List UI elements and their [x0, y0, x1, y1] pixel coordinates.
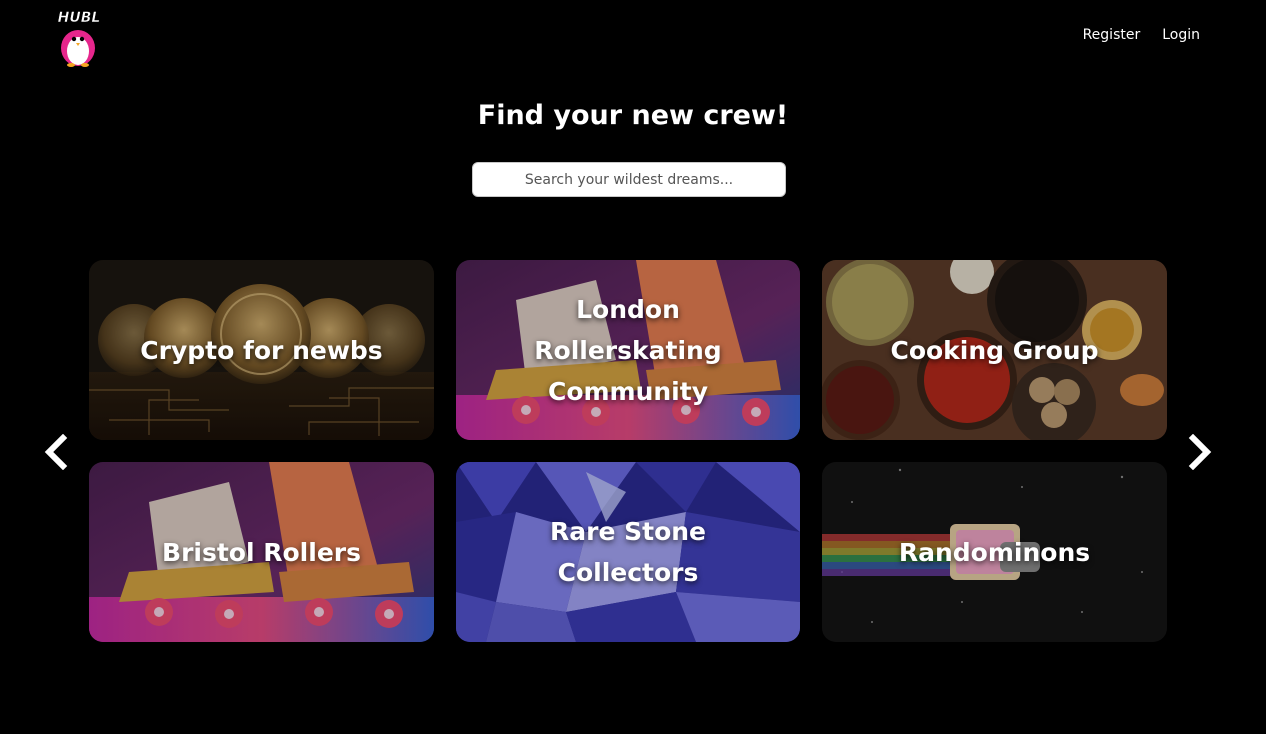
- group-card-title: Cooking Group: [890, 335, 1099, 365]
- chevron-right-icon: [1188, 433, 1212, 471]
- carousel-next-button[interactable]: [1185, 433, 1215, 471]
- login-link[interactable]: Login: [1162, 27, 1200, 43]
- penguin-logo-icon: HUBL: [57, 10, 101, 67]
- register-link[interactable]: Register: [1083, 27, 1141, 43]
- hubl-logo[interactable]: HUBL: [48, 6, 110, 68]
- page-title: Find your new crew!: [477, 100, 789, 131]
- group-card[interactable]: Bristol Rollers: [89, 462, 434, 642]
- group-card-title: Randominons: [898, 537, 1091, 567]
- group-card[interactable]: Cooking Group: [822, 260, 1167, 440]
- chevron-left-icon: [44, 433, 68, 471]
- search-bar: [472, 162, 786, 197]
- group-card-title: Crypto for newbs: [140, 335, 383, 365]
- group-card[interactable]: Crypto for newbs: [89, 260, 434, 440]
- group-card[interactable]: Randominons: [822, 462, 1167, 642]
- carousel-prev-button[interactable]: [41, 433, 71, 471]
- group-card-title: Bristol Rollers: [162, 537, 361, 567]
- group-card[interactable]: Rare Stone Collectors: [456, 462, 800, 642]
- logo-text: HUBL: [58, 10, 101, 26]
- search-input[interactable]: [472, 162, 786, 197]
- group-card-title: London Rollerskating Community: [534, 294, 722, 406]
- group-card-grid: Crypto for newbs London Rollerskating Co…: [89, 260, 1167, 642]
- group-card-title: Rare Stone Collectors: [550, 517, 706, 587]
- top-nav: Register Login: [1083, 27, 1200, 43]
- group-card[interactable]: London Rollerskating Community: [456, 260, 800, 440]
- page: HUBL Register Login Find your new crew!: [0, 0, 1266, 734]
